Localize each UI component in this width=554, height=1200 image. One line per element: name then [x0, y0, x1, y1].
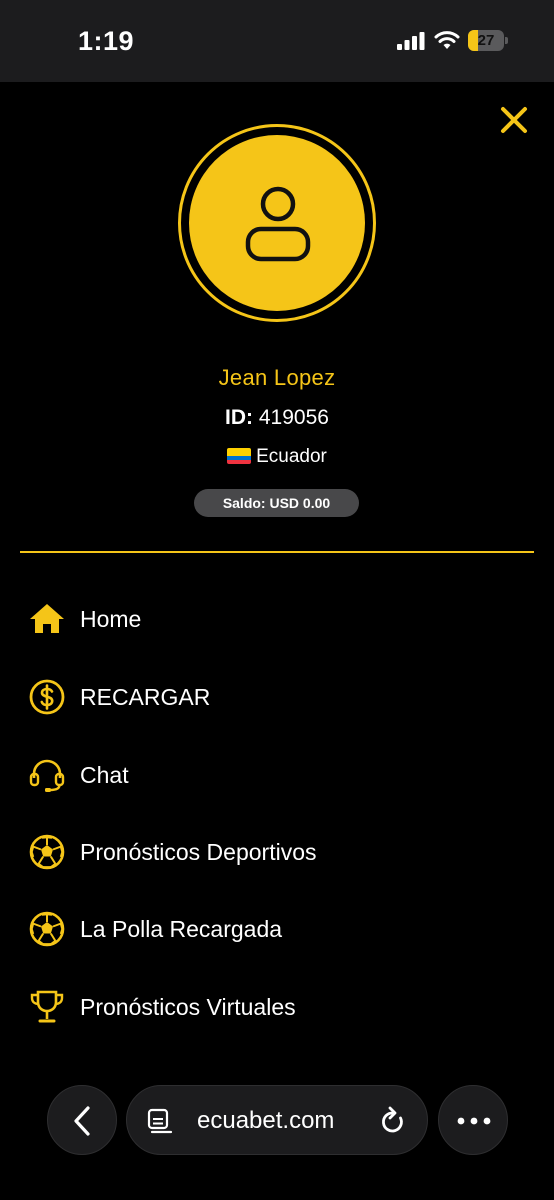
cellular-signal-icon [397, 32, 425, 50]
soccer-ball-icon [29, 911, 65, 947]
country-name: Ecuador [256, 446, 327, 467]
chevron-left-icon [74, 1106, 90, 1136]
more-options-button[interactable] [438, 1085, 508, 1155]
menu-item-label: Home [80, 606, 142, 632]
divider [20, 551, 534, 553]
menu-item-label: Pronósticos Virtuales [80, 994, 296, 1020]
user-id-label: ID: [225, 406, 254, 429]
battery-level: 27 [477, 32, 495, 49]
url-text: ecuabet.com [197, 1107, 335, 1134]
status-bar: 1:19 27 [0, 0, 554, 82]
menu-item-la-polla-recargada[interactable]: La Polla Recargada [0, 890, 554, 968]
user-country: Ecuador [0, 446, 554, 468]
user-icon [245, 186, 311, 262]
user-name: Jean Lopez [218, 365, 336, 390]
user-id-value: 419056 [258, 406, 329, 429]
battery-indicator: 27 [468, 30, 508, 51]
close-icon[interactable] [494, 100, 534, 140]
soccer-ball-icon [29, 834, 65, 870]
user-id: ID: 419056 [0, 406, 554, 430]
balance-badge: Saldo: USD 0.00 [194, 489, 359, 517]
back-button[interactable] [47, 1085, 117, 1155]
menu-item-label: Pronósticos Deportivos [80, 839, 317, 865]
menu-item-home[interactable]: Home [0, 580, 554, 658]
dollar-circle-icon [29, 679, 65, 715]
avatar [178, 124, 376, 322]
menu-item-label: La Polla Recargada [80, 916, 283, 942]
more-icon [457, 1117, 491, 1125]
menu-item-pronosticos-deportivos[interactable]: Pronósticos Deportivos [0, 813, 554, 891]
browser-toolbar: ecuabet.com [0, 1070, 554, 1200]
menu-item-label: RECARGAR [80, 684, 211, 710]
menu-item-recargar[interactable]: RECARGAR [0, 658, 554, 736]
menu-item-label: Chat [80, 762, 129, 788]
ecuador-flag-icon [227, 448, 252, 464]
menu-item-pronosticos-virtuales[interactable]: Pronósticos Virtuales [0, 968, 554, 1046]
trophy-icon [30, 990, 64, 1023]
address-bar[interactable]: ecuabet.com [126, 1085, 428, 1155]
menu-item-chat[interactable]: Chat [0, 736, 554, 814]
wifi-icon [434, 31, 460, 49]
status-time: 1:19 [78, 26, 135, 56]
reload-icon[interactable] [379, 1106, 407, 1136]
headset-icon [29, 759, 65, 792]
page-menu-icon[interactable] [147, 1108, 173, 1134]
home-icon [30, 604, 64, 633]
